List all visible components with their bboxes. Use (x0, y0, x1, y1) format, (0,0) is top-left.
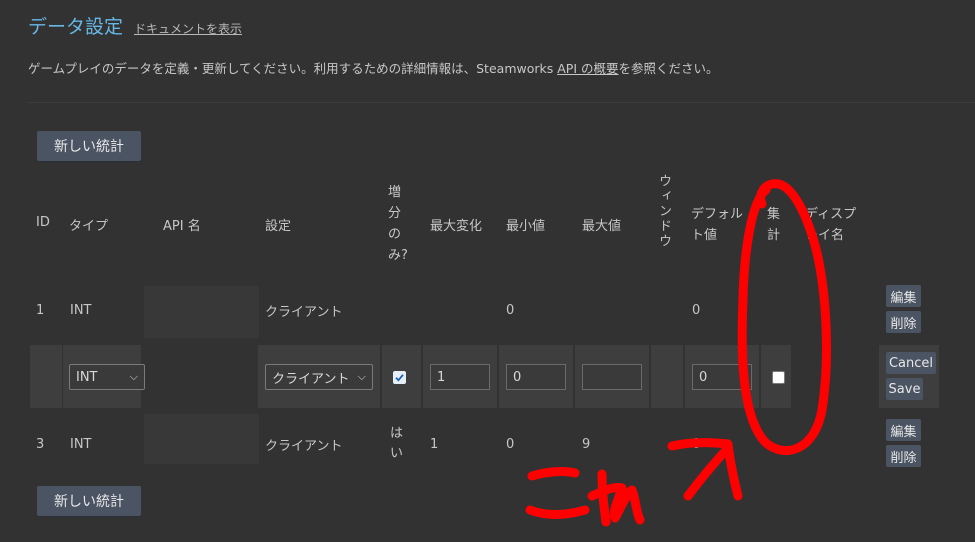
row1-min-value: 0 (506, 303, 515, 318)
column-header-max-value: 最大値 (582, 219, 622, 234)
column-header-default-value-line2: ト値 (691, 228, 718, 243)
row3-min-value: 0 (506, 437, 515, 452)
row3-delete-button[interactable]: 削除 (886, 445, 921, 467)
column-header-window: ウィンドウ (656, 174, 671, 249)
row3-max-change: 1 (430, 437, 439, 452)
row2-setting-select[interactable]: クライアント ⌵ (265, 364, 373, 390)
new-stat-button-bottom[interactable]: 新しい統計 (37, 486, 141, 516)
column-header-aggregate: 集 計 (767, 204, 780, 246)
row2-id-cell (30, 345, 62, 408)
view-documentation-link[interactable]: ドキュメントを表示 (134, 20, 242, 37)
row3-increment-only-line1: は (390, 426, 404, 441)
new-stat-button-top[interactable]: 新しい統計 (37, 131, 141, 161)
column-header-api-name: API 名 (163, 219, 201, 234)
row2-type-select[interactable]: INT ⌵ (69, 364, 145, 390)
row3-default-value: 0 (692, 437, 701, 452)
row3-setting: クライアント (265, 439, 343, 454)
column-header-default-value-line1: デフォル (691, 207, 744, 222)
checkmark-icon (395, 374, 404, 382)
column-header-aggregate-line2: 計 (767, 228, 781, 243)
row1-type: INT (70, 303, 92, 318)
row2-max-change-input[interactable]: 1 (430, 364, 490, 390)
row2-setting-select-value: クライアント (272, 371, 350, 387)
row2-min-value-input[interactable]: 0 (506, 364, 566, 390)
row2-type-select-value: INT (76, 369, 98, 385)
row3-increment-only: は い (390, 424, 403, 464)
row3-increment-only-line2: い (390, 446, 404, 461)
column-header-type: タイプ (69, 219, 109, 234)
api-overview-link[interactable]: API の概要 (557, 61, 618, 76)
row2-max-value-input[interactable] (582, 364, 642, 390)
row2-aggregate-checkbox[interactable] (772, 371, 785, 384)
row1-setting: クライアント (265, 305, 343, 320)
row2-save-button[interactable]: Save (886, 378, 923, 400)
column-header-max-change: 最大変化 (430, 219, 483, 234)
row2-window-cell (651, 345, 683, 408)
annotation-arrow (667, 438, 743, 501)
column-header-id: ID (36, 215, 50, 230)
row3-id: 3 (36, 437, 45, 452)
header-divider (28, 102, 975, 103)
row3-api-name-cell (144, 414, 259, 464)
row3-max-value: 9 (582, 437, 591, 452)
annotation-char-re (587, 469, 645, 527)
column-header-default-value: デフォル ト値 (691, 204, 743, 246)
row2-default-value-input[interactable]: 0 (692, 364, 752, 390)
column-header-display-name-line2: レイ名 (805, 228, 845, 243)
column-header-increment-only: 増分のみ? (388, 185, 408, 263)
row1-edit-button[interactable]: 編集 (886, 285, 921, 307)
column-header-display-name: ディスプ レイ名 (805, 204, 856, 246)
row1-default-value: 0 (692, 303, 701, 318)
row3-edit-button[interactable]: 編集 (886, 419, 921, 441)
row2-increment-only-checkbox[interactable] (393, 371, 406, 384)
row2-cancel-button[interactable]: Cancel (886, 352, 936, 374)
chevron-down-icon: ⌵ (357, 370, 366, 383)
row1-id: 1 (36, 303, 45, 318)
column-header-setting: 設定 (265, 219, 292, 234)
column-header-min-value: 最小値 (506, 219, 546, 234)
annotation-char-ko (525, 467, 590, 519)
row1-delete-button[interactable]: 削除 (886, 311, 921, 333)
column-header-display-name-line1: ディスプ (805, 207, 857, 222)
row3-type: INT (70, 437, 92, 452)
row1-api-name-cell (144, 286, 259, 338)
description-text-end: を参照ください。 (618, 61, 719, 76)
page-description: ゲームプレイのデータを定義・更新してください。利用するための詳細情報は、Stea… (28, 58, 719, 77)
chevron-down-icon: ⌵ (129, 370, 138, 383)
page-title: データ設定 (28, 16, 124, 38)
column-header-aggregate-line1: 集 (767, 207, 781, 222)
description-text: ゲームプレイのデータを定義・更新してください。利用するための詳細情報は、Stea… (28, 61, 558, 76)
